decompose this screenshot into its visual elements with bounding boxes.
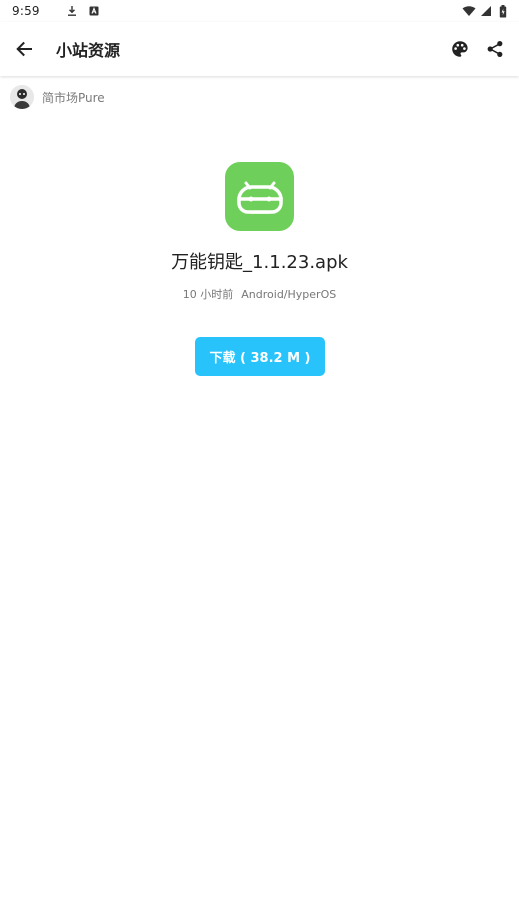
- download-button[interactable]: 下载 ( 38.2 M ): [195, 337, 325, 376]
- arrow-back-icon: [15, 40, 33, 58]
- back-button[interactable]: [6, 31, 42, 67]
- file-platform: Android/HyperOS: [241, 288, 337, 301]
- app-bar: 小站资源: [0, 22, 519, 76]
- battery-icon: [499, 4, 507, 18]
- status-right: [462, 4, 507, 18]
- status-time: 9:59: [12, 4, 40, 18]
- signal-icon: [480, 5, 492, 17]
- status-left: 9:59: [12, 4, 100, 18]
- palette-icon: [451, 40, 469, 58]
- file-time: 10 小时前: [182, 288, 234, 301]
- file-name: 万能钥匙_1.1.23.apk: [171, 252, 348, 273]
- share-icon: [486, 40, 504, 58]
- status-bar: 9:59: [0, 0, 519, 22]
- wifi-icon: [462, 5, 476, 17]
- file-meta: 10 小时前 Android/HyperOS: [0, 286, 519, 302]
- notification-a-icon: [88, 5, 100, 17]
- source-row[interactable]: 简市场Pure: [10, 84, 105, 110]
- share-button[interactable]: [477, 31, 513, 67]
- avatar: [10, 85, 34, 109]
- source-name: 简市场Pure: [42, 90, 105, 105]
- android-icon: [225, 162, 294, 231]
- download-icon: [66, 5, 78, 17]
- page-title: 小站资源: [56, 41, 121, 60]
- theme-button[interactable]: [442, 31, 478, 67]
- screen: 9:59 小站资源 简市场Pure 万能钥匙_1.1.23.apk 10 小时前…: [0, 0, 519, 922]
